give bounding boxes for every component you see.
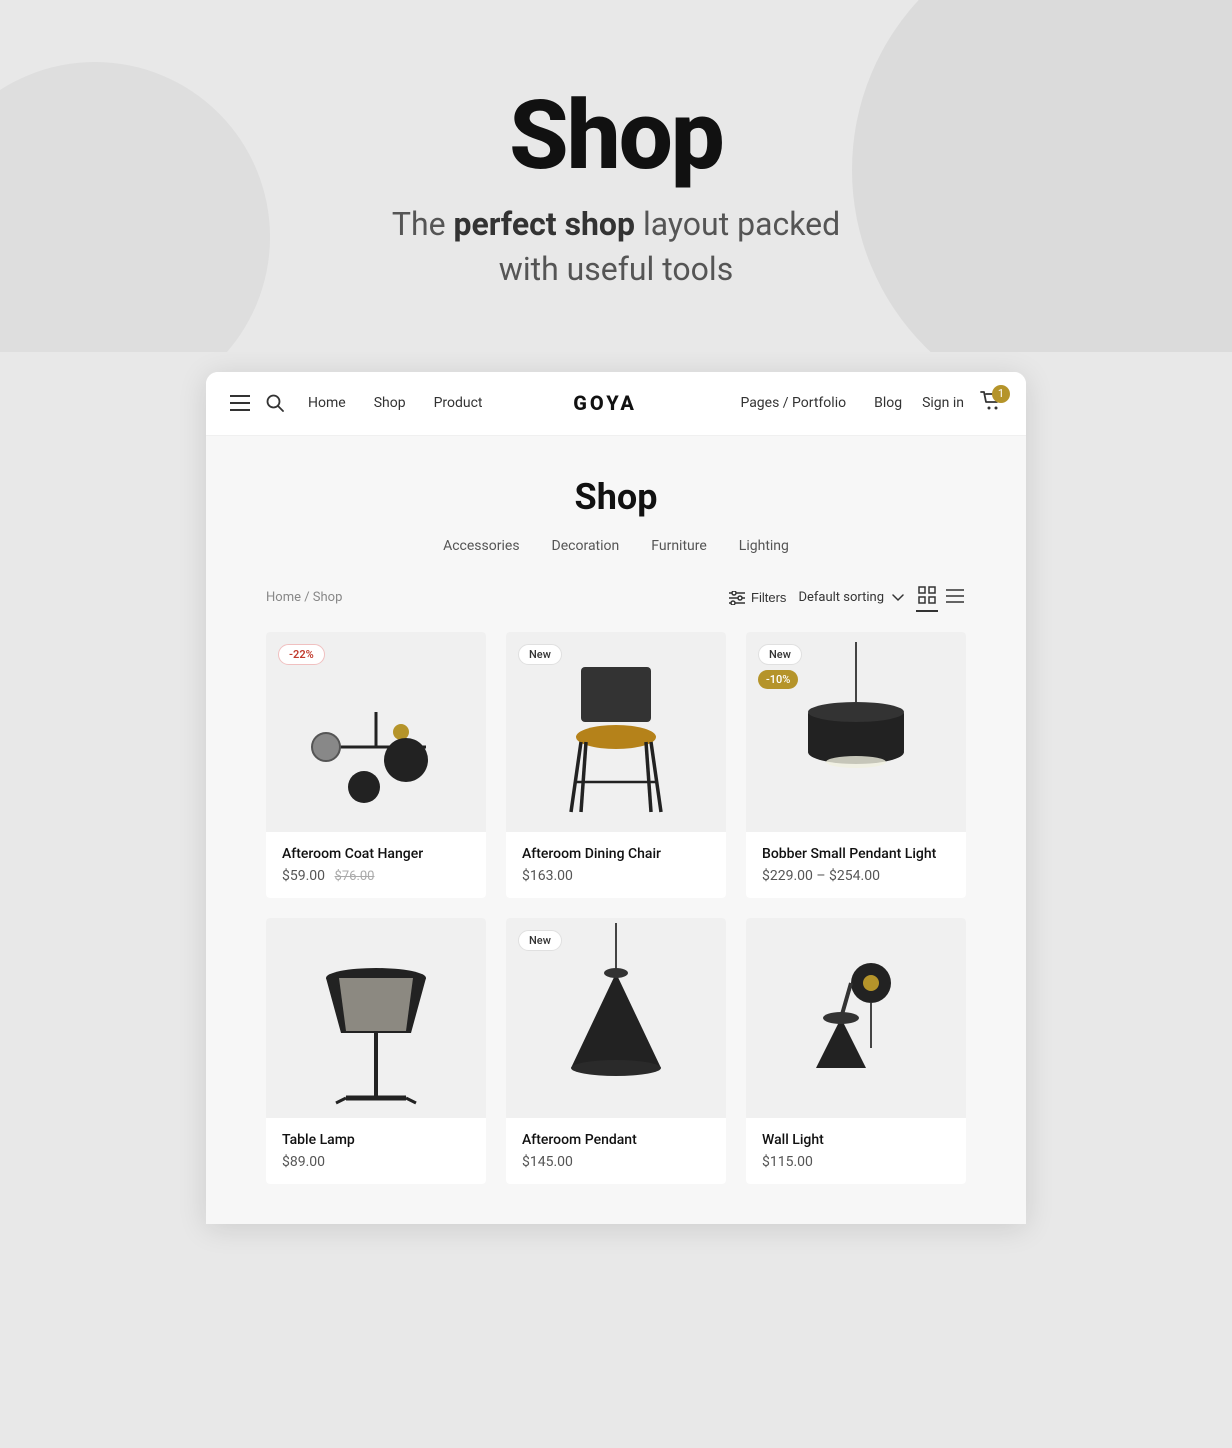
tab-decoration[interactable]: Decoration [552,538,620,554]
nav-pages[interactable]: Pages / Portfolio [740,395,846,411]
price-current-1: $59.00 [282,868,325,884]
cart-button[interactable]: 1 [980,391,1002,416]
product-price-4: $89.00 [282,1154,470,1170]
tab-accessories[interactable]: Accessories [443,538,519,554]
tab-furniture[interactable]: Furniture [651,538,707,554]
nav-icons-left [230,394,284,412]
navbar: Home Shop Product GOYA Pages / Portfolio… [206,372,1026,436]
price-current-4: $89.00 [282,1154,325,1170]
badge-new-2: New [518,644,562,665]
product-price-2: $163.00 [522,868,710,884]
shop-title: Shop [266,476,966,518]
product-name-5: Afteroom Pendant [522,1132,710,1148]
product-image-3: New -10% [746,632,966,832]
badge-sale-3: -10% [758,670,798,689]
product-image-4 [266,918,486,1118]
product-price-1: $59.00 $76.00 [282,868,470,884]
product-card-4[interactable]: Table Lamp $89.00 [266,918,486,1184]
product-info-5: Afteroom Pendant $145.00 [506,1118,726,1184]
shop-toolbar: Home / Shop Filters Default sorting [266,584,966,612]
product-price-3: $229.00 – $254.00 [762,868,950,884]
product-info-4: Table Lamp $89.00 [266,1118,486,1184]
product-grid: -22% [266,632,966,1184]
nav-logo: GOYA [573,391,637,415]
sort-dropdown[interactable]: Default sorting [798,590,904,605]
nav-product[interactable]: Product [434,395,483,411]
sort-label: Default sorting [798,590,884,605]
nav-actions: Sign in 1 [922,391,1002,416]
menu-icon[interactable] [230,395,250,411]
hero-section: Shop The perfect shop layout packedwith … [0,0,1232,352]
cart-badge: 1 [992,385,1010,403]
product-image-1: -22% [266,632,486,832]
search-icon[interactable] [266,394,284,412]
badge-new-3: New [758,644,802,665]
product-price-5: $145.00 [522,1154,710,1170]
product-image-6 [746,918,966,1118]
tab-lighting[interactable]: Lighting [739,538,789,554]
nav-blog[interactable]: Blog [874,395,902,411]
sign-in-link[interactable]: Sign in [922,395,964,411]
product-card-5[interactable]: New Afteroom Pendant [506,918,726,1184]
price-current-2: $163.00 [522,868,573,884]
filter-label: Filters [751,590,786,605]
nav-links-left: Home Shop Product [308,395,553,411]
product-info-1: Afteroom Coat Hanger $59.00 $76.00 [266,832,486,898]
hero-subtitle: The perfect shop layout packedwith usefu… [20,202,1212,292]
product-info-3: Bobber Small Pendant Light $229.00 – $25… [746,832,966,898]
grid-view-button[interactable] [916,584,938,612]
badge-new-5: New [518,930,562,951]
product-image-5: New [506,918,726,1118]
category-tabs: Accessories Decoration Furniture Lightin… [266,538,966,554]
product-image-2: New [506,632,726,832]
toolbar-right: Filters Default sorting [729,584,966,612]
nav-links-right: Pages / Portfolio Blog [657,395,902,411]
breadcrumb: Home / Shop [266,590,342,605]
browser-window: Home Shop Product GOYA Pages / Portfolio… [206,372,1026,1224]
product-card-1[interactable]: -22% [266,632,486,898]
product-card-3[interactable]: New -10% Bobber Small Pen [746,632,966,898]
product-name-6: Wall Light [762,1132,950,1148]
product-price-6: $115.00 [762,1154,950,1170]
list-view-button[interactable] [944,586,966,609]
nav-home[interactable]: Home [308,395,346,411]
hero-title: Shop [20,80,1212,192]
product-info-2: Afteroom Dining Chair $163.00 [506,832,726,898]
product-name-3: Bobber Small Pendant Light [762,846,950,862]
price-current-5: $145.00 [522,1154,573,1170]
product-card-6[interactable]: Wall Light $115.00 [746,918,966,1184]
product-name-2: Afteroom Dining Chair [522,846,710,862]
product-info-6: Wall Light $115.00 [746,1118,966,1184]
badge-sale-1: -22% [278,644,325,665]
price-original-1: $76.00 [335,869,375,884]
view-toggle [916,584,966,612]
product-name-1: Afteroom Coat Hanger [282,846,470,862]
price-current-6: $115.00 [762,1154,813,1170]
price-current-3: $229.00 – $254.00 [762,868,880,884]
product-card-2[interactable]: New [506,632,726,898]
filter-button[interactable]: Filters [729,590,786,605]
shop-content: Shop Accessories Decoration Furniture Li… [206,436,1026,1224]
nav-shop[interactable]: Shop [374,395,406,411]
product-name-4: Table Lamp [282,1132,470,1148]
